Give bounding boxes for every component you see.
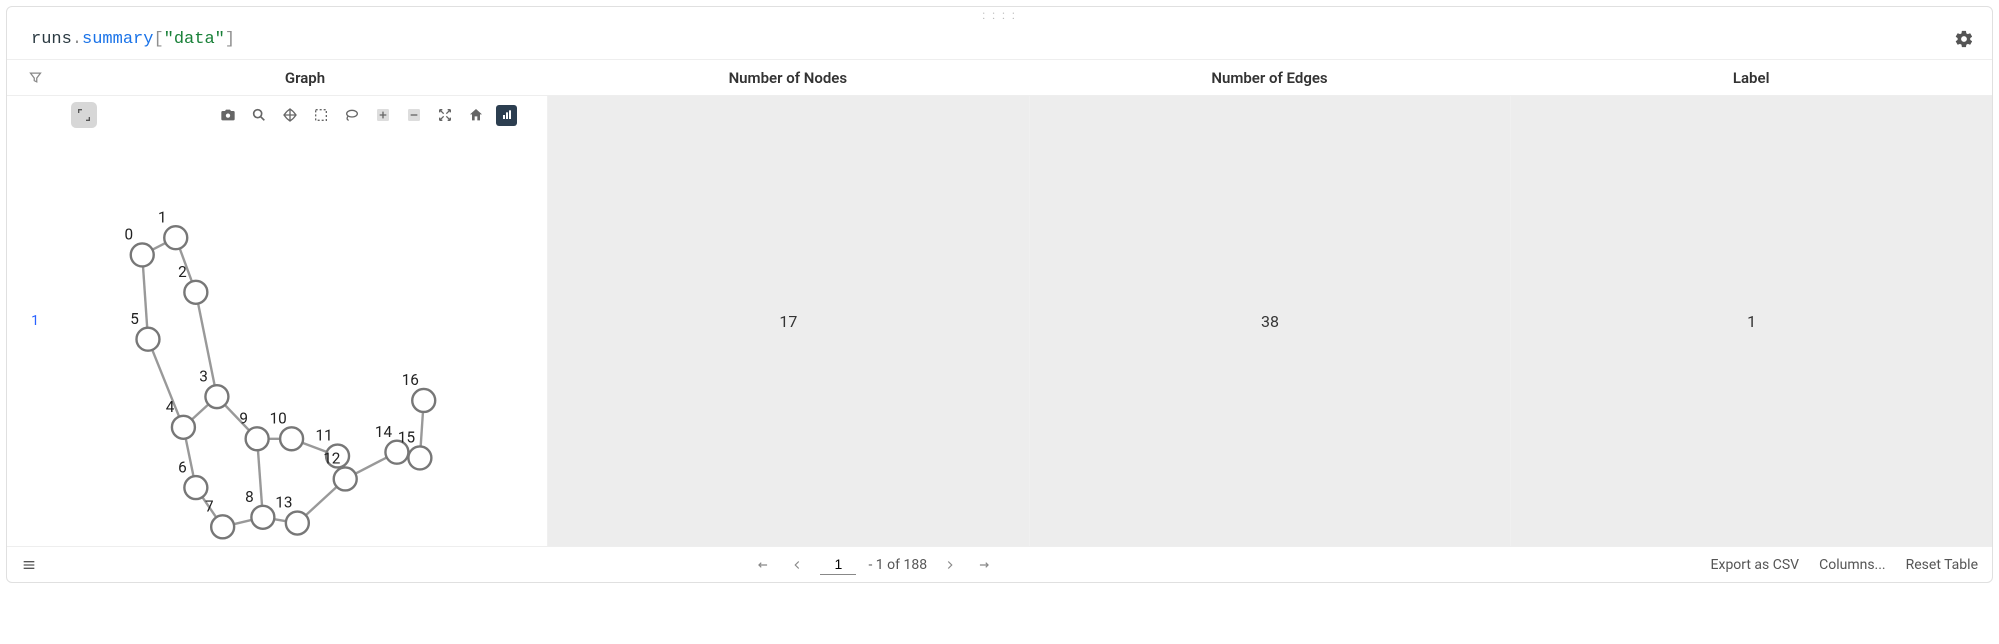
panel-controls	[1962, 13, 1982, 29]
svg-text:12: 12	[323, 450, 341, 468]
last-page-icon[interactable]	[973, 558, 995, 572]
svg-text:9: 9	[239, 409, 248, 427]
table-header: Graph Number of Nodes Number of Edges La…	[7, 60, 1992, 96]
svg-text:4: 4	[166, 398, 175, 416]
svg-text:16: 16	[402, 371, 419, 389]
svg-text:10: 10	[270, 409, 287, 427]
autoscale-icon[interactable]	[434, 105, 455, 126]
orbit-icon[interactable]	[71, 102, 97, 128]
expr-key: "data"	[164, 30, 225, 49]
svg-text:13: 13	[275, 494, 292, 512]
svg-text:2: 2	[178, 263, 187, 281]
col-header-edges[interactable]: Number of Edges	[1029, 69, 1511, 87]
table-footer: - 1 of 188 Export as CSV Columns... Rese…	[7, 546, 1992, 582]
graph-cell[interactable]: 012345678910111213141516	[63, 96, 547, 546]
lasso-icon[interactable]	[341, 105, 362, 126]
svg-text:14: 14	[375, 423, 393, 441]
columns-button[interactable]: Columns...	[1819, 557, 1886, 573]
menu-icon[interactable]	[21, 557, 37, 573]
svg-text:7: 7	[205, 498, 214, 516]
svg-text:1: 1	[158, 208, 167, 226]
col-header-label[interactable]: Label	[1510, 69, 1992, 87]
data-table: Graph Number of Nodes Number of Edges La…	[7, 60, 1992, 582]
svg-text:5: 5	[130, 310, 139, 328]
col-header-nodes[interactable]: Number of Nodes	[547, 69, 1029, 87]
filter-icon	[28, 70, 43, 85]
select-icon[interactable]	[310, 105, 331, 126]
svg-text:15: 15	[398, 429, 415, 447]
cell-nodes: 17	[547, 96, 1029, 546]
plus-icon[interactable]	[372, 105, 393, 126]
svg-text:6: 6	[178, 458, 187, 476]
cell-label: 1	[1510, 96, 1992, 546]
expr-var: runs	[31, 30, 72, 49]
svg-text:11: 11	[316, 427, 333, 445]
zoom-icon[interactable]	[248, 105, 269, 126]
export-csv-button[interactable]: Export as CSV	[1711, 557, 1800, 573]
first-page-icon[interactable]	[752, 558, 774, 572]
expression-input[interactable]: runs.summary["data"]	[31, 30, 235, 49]
home-icon[interactable]	[465, 105, 486, 126]
pagination: - 1 of 188	[37, 554, 1711, 575]
reset-table-button[interactable]: Reset Table	[1906, 557, 1978, 573]
cell-edges: 38	[1029, 96, 1511, 546]
row-index[interactable]: 1	[7, 96, 63, 546]
svg-text:8: 8	[245, 488, 254, 506]
gear-icon[interactable]	[1954, 29, 1974, 49]
minus-icon[interactable]	[403, 105, 424, 126]
page-status: - 1 of 188	[868, 557, 927, 573]
drag-handle[interactable]: : : : :	[7, 7, 1992, 23]
graph-plot[interactable]: 012345678910111213141516	[63, 96, 547, 546]
table-row: 1	[7, 96, 1992, 546]
svg-text:3: 3	[199, 367, 208, 385]
pan-icon[interactable]	[279, 105, 300, 126]
filter-button[interactable]	[7, 70, 63, 85]
col-header-graph[interactable]: Graph	[63, 69, 547, 87]
prev-page-icon[interactable]	[786, 558, 808, 572]
footer-actions: Export as CSV Columns... Reset Table	[1711, 557, 1978, 573]
svg-text:0: 0	[125, 226, 134, 244]
graph-toolbar	[71, 102, 539, 128]
weave-panel: : : : : runs.summary["data"] Graph Nu	[6, 6, 1993, 583]
camera-icon[interactable]	[217, 105, 238, 126]
expression-row: runs.summary["data"]	[7, 23, 1992, 60]
expr-attr: summary	[82, 30, 153, 49]
plotly-icon[interactable]	[496, 105, 517, 126]
next-page-icon[interactable]	[939, 558, 961, 572]
page-input[interactable]	[820, 554, 856, 575]
